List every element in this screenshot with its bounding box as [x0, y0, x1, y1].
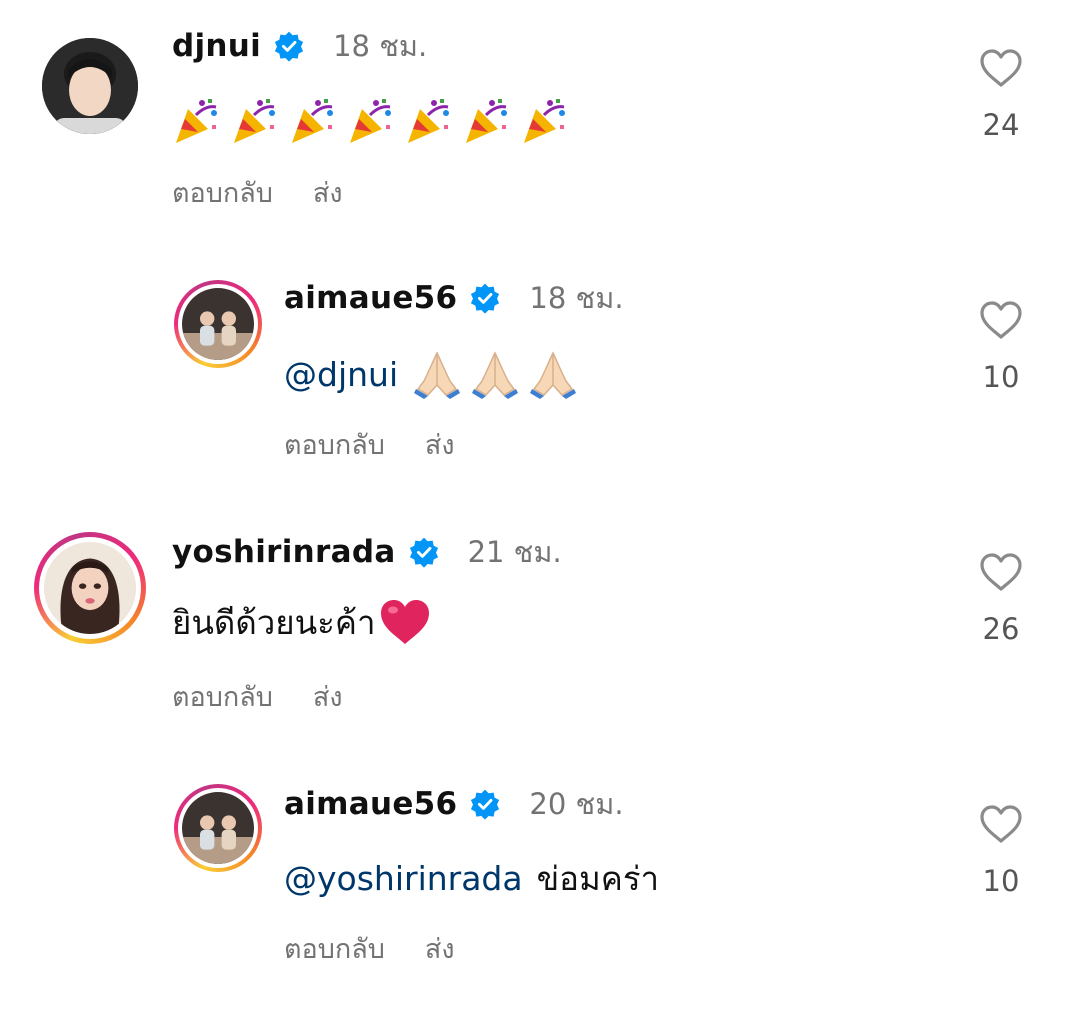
comment-username[interactable]: aimaue56	[284, 786, 457, 822]
folded-hands-emoji	[530, 351, 577, 399]
party-popper-emoji	[408, 99, 449, 143]
party-popper-emoji	[176, 99, 217, 143]
verified-badge-icon	[469, 788, 501, 820]
comment-item: djnui 18 ชม. ตอบกลับ ส่ง 24	[0, 0, 1080, 240]
red-heart-emoji	[380, 600, 429, 644]
reply-button[interactable]: ตอบกลับ	[284, 927, 385, 970]
avatar-image	[42, 38, 138, 134]
party-popper-emoji	[466, 99, 507, 143]
comment-item: yoshirinrada 21 ชม. ยินดีด้วยนะค้า ตอบกล…	[0, 504, 1080, 744]
comment-reply-item: aimaue56 20 ชม. @yoshirinrada ข่อมคร่า ต…	[0, 756, 1080, 996]
folded-hands-emoji	[414, 351, 461, 399]
heart-outline-icon[interactable]	[979, 300, 1023, 340]
mention-link[interactable]: @yoshirinrada	[284, 859, 523, 898]
verified-badge-icon	[469, 282, 501, 314]
folded-hands-emoji	[472, 351, 519, 399]
comment-username[interactable]: djnui	[172, 28, 261, 64]
avatar[interactable]	[174, 280, 262, 368]
like-count: 10	[982, 360, 1020, 394]
comment-timestamp: 21 ชม.	[467, 535, 562, 569]
comment-reply-item: aimaue56 18 ชม. @djnui ตอบกลับ ส่ง 10	[0, 252, 1080, 492]
send-button[interactable]: ส่ง	[425, 423, 455, 466]
comment-text: @djnui	[284, 348, 578, 400]
party-popper-emoji	[234, 99, 275, 143]
heart-outline-icon[interactable]	[979, 804, 1023, 844]
comment-timestamp: 20 ชม.	[529, 787, 624, 821]
reply-button[interactable]: ตอบกลับ	[172, 171, 273, 214]
avatar[interactable]	[42, 38, 138, 134]
comment-username[interactable]: yoshirinrada	[172, 534, 396, 570]
folded-hands-emoji-row	[412, 349, 578, 399]
comment-text: ยินดีด้วยนะค้า	[172, 596, 432, 648]
like-count: 10	[982, 864, 1020, 898]
like-count: 26	[982, 612, 1020, 646]
party-popper-emoji	[350, 99, 391, 143]
comment-text	[172, 94, 570, 146]
send-button[interactable]: ส่ง	[313, 171, 343, 214]
send-button[interactable]: ส่ง	[425, 927, 455, 970]
avatar[interactable]	[174, 784, 262, 872]
party-popper-emoji	[524, 99, 565, 143]
send-button[interactable]: ส่ง	[313, 675, 343, 718]
heart-outline-icon[interactable]	[979, 552, 1023, 592]
like-count: 24	[982, 108, 1020, 142]
party-popper-emoji-row	[172, 95, 570, 145]
mention-link[interactable]: @djnui	[284, 355, 398, 394]
reply-button[interactable]: ตอบกลับ	[284, 423, 385, 466]
heart-outline-icon[interactable]	[979, 48, 1023, 88]
avatar[interactable]	[34, 532, 146, 644]
comment-timestamp: 18 ชม.	[529, 281, 624, 315]
comment-timestamp: 18 ชม.	[333, 29, 428, 63]
verified-badge-icon	[273, 30, 305, 62]
avatar-image	[182, 792, 254, 864]
comment-text: @yoshirinrada ข่อมคร่า	[284, 852, 659, 904]
verified-badge-icon	[408, 536, 440, 568]
comment-text-content: ข่อมคร่า	[536, 858, 660, 898]
comment-text-content: ยินดีด้วยนะค้า	[172, 602, 376, 642]
reply-button[interactable]: ตอบกลับ	[172, 675, 273, 718]
party-popper-emoji	[292, 99, 333, 143]
avatar-image	[182, 288, 254, 360]
comment-username[interactable]: aimaue56	[284, 280, 457, 316]
avatar-image	[44, 542, 136, 634]
